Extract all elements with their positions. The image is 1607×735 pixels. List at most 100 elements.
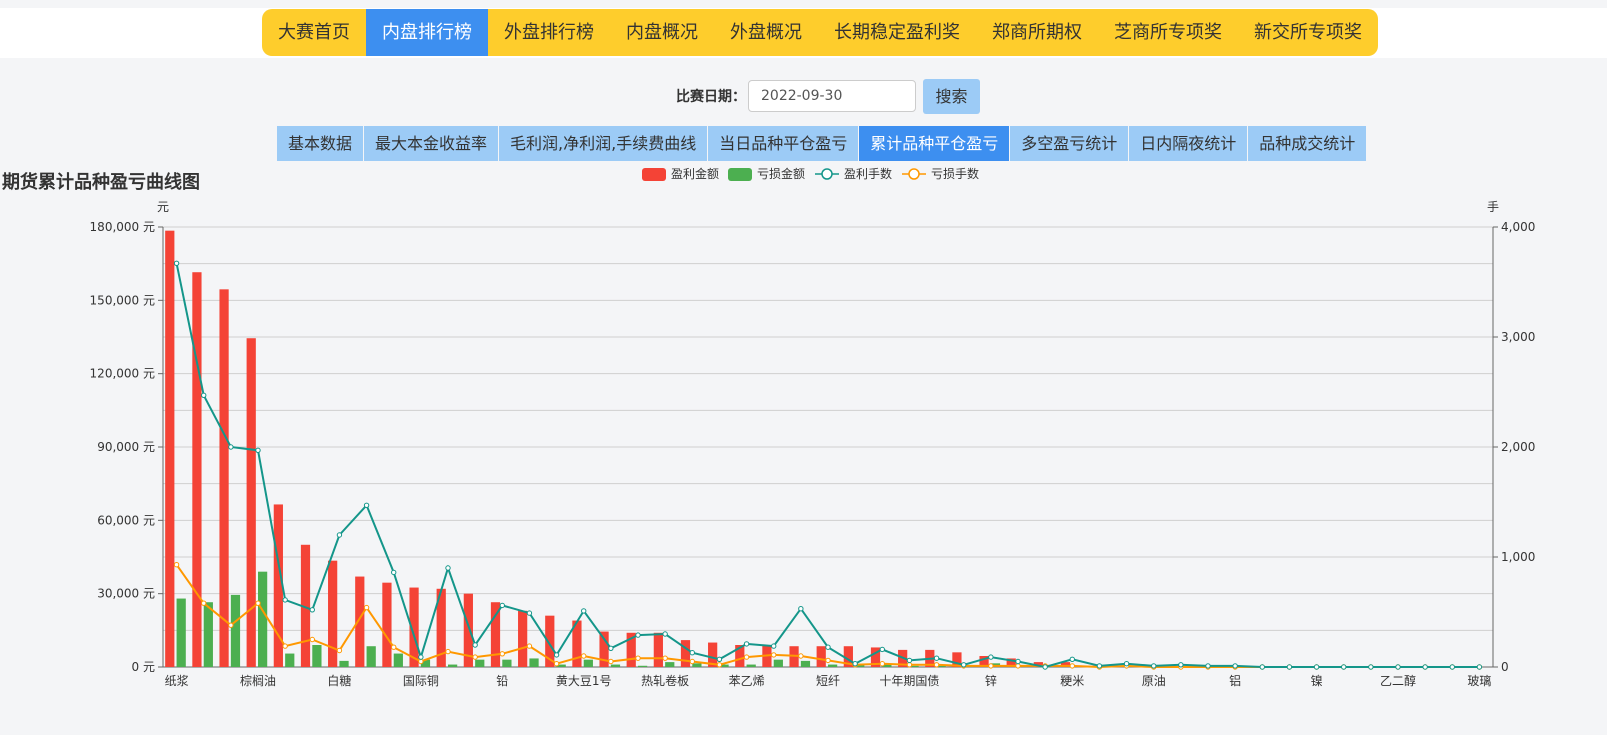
profit-lots-point [363, 502, 370, 508]
loss-lots-point [608, 658, 614, 665]
bar-profit [680, 640, 691, 667]
bar-loss [502, 659, 512, 667]
profit-lots-point [716, 656, 723, 662]
profit-lots-point [1069, 656, 1075, 662]
bar-loss [366, 646, 376, 667]
profit-lots-point [1368, 664, 1374, 670]
profit-lots-point [852, 661, 858, 667]
tab-5[interactable]: 多空盈亏统计 [1010, 126, 1130, 161]
profit-lots-point [173, 260, 180, 267]
loss-lots-point [255, 600, 261, 606]
x-tick-label: 白糖 [327, 673, 351, 688]
loss-lots-point [526, 643, 533, 649]
nav-item-4[interactable]: 外盘概况 [714, 9, 818, 56]
search-button[interactable]: 搜索 [923, 79, 980, 114]
profit-lots-point [879, 646, 885, 653]
x-tick-label: 国际铜 [403, 673, 439, 688]
x-tick-label: 十年期国债 [879, 674, 939, 688]
tab-4[interactable]: 累计品种平仓盈亏 [859, 126, 1011, 161]
profit-lots-point [1259, 664, 1265, 670]
y2-tick-label: 4,000 [1501, 220, 1535, 234]
profit-lots-point [798, 606, 804, 612]
profit-lots-point [1151, 663, 1157, 669]
profit-lots-point [635, 632, 641, 638]
y-tick-label: 0 元 [132, 660, 155, 674]
profit-lots-point [445, 565, 451, 571]
profit-lots-point [472, 642, 478, 648]
tab-2[interactable]: 毛利润,净利润,手续费曲线 [499, 126, 709, 161]
bar-loss [312, 645, 322, 667]
profit-lots-point [1313, 664, 1320, 670]
tab-7[interactable]: 品种成交统计 [1248, 126, 1368, 161]
loss-lots-point [933, 662, 940, 668]
loss-lots-point [798, 653, 804, 659]
nav-item-7[interactable]: 芝商所专项奖 [1098, 9, 1238, 56]
loss-lots-point [743, 654, 750, 660]
tab-3[interactable]: 当日品种平仓盈亏 [708, 126, 860, 161]
loss-lots-point [228, 622, 234, 628]
loss-lots-point [662, 655, 668, 661]
x-tick-label: 铅 [496, 674, 508, 688]
y2-tick-label: 0 [1501, 660, 1509, 674]
nav-item-5[interactable]: 长期稳定盈利奖 [818, 9, 976, 56]
profit-lots-point [255, 447, 261, 453]
profit-lots-point [1015, 658, 1021, 665]
profit-lots-point [418, 654, 424, 660]
y2-axis-unit: 手 [1487, 200, 1499, 214]
profit-lots-point [228, 444, 234, 450]
loss-lots-point [879, 661, 885, 667]
loss-lots-point [716, 662, 723, 668]
bar-loss [746, 664, 756, 667]
loss-lots-point [635, 655, 641, 661]
bar-loss [610, 664, 621, 667]
profit-lots-point [201, 392, 207, 399]
profit-lots-point [309, 607, 315, 613]
nav-item-2[interactable]: 外盘排行榜 [488, 9, 610, 56]
bar-loss [285, 653, 295, 667]
bar-loss [665, 662, 675, 667]
bar-loss [393, 653, 403, 667]
x-tick-label: 粳米 [1060, 674, 1084, 688]
profit-lots-point [1341, 664, 1347, 670]
profit-lots-point [553, 652, 560, 658]
profit-lots-point [1096, 663, 1103, 669]
tab-0[interactable]: 基本数据 [277, 126, 365, 161]
legend-swatch-dot [908, 168, 920, 180]
nav-item-0[interactable]: 大赛首页 [262, 9, 366, 56]
profit-lots-point [336, 532, 343, 538]
y-tick-label: 60,000 元 [97, 513, 155, 527]
y-tick-label: 30,000 元 [97, 587, 155, 601]
nav-item-8[interactable]: 新交所专项奖 [1238, 9, 1378, 56]
profit-lots-point [961, 662, 967, 668]
profit-lots-point [1476, 664, 1483, 670]
bar-loss [176, 598, 186, 667]
nav-item-6[interactable]: 郑商所期权 [976, 9, 1098, 56]
legend-label: 盈利手数 [844, 166, 892, 181]
loss-lots-point [771, 652, 777, 658]
profit-lots-point [526, 610, 533, 616]
x-tick-label: 乙二醇 [1380, 673, 1416, 688]
bar-loss [583, 659, 593, 667]
tab-1[interactable]: 最大本金收益率 [364, 126, 500, 161]
profit-lots-point [282, 597, 288, 603]
legend-label: 亏损手数 [931, 166, 979, 181]
tab-6[interactable]: 日内隔夜统计 [1129, 126, 1249, 161]
loss-lots-point [445, 648, 451, 655]
y2-tick-label: 1,000 [1501, 550, 1535, 564]
nav-item-3[interactable]: 内盘概况 [610, 9, 714, 56]
profit-lots-point [906, 657, 913, 664]
date-input[interactable] [748, 80, 916, 112]
profit-lots-point [743, 641, 750, 647]
profit-lots-point [581, 608, 587, 614]
x-tick-label: 热轧卷板 [641, 673, 689, 688]
loss-lots-point [825, 657, 831, 664]
legend-swatch [728, 168, 752, 181]
profit-lots-point [1042, 664, 1048, 670]
profit-lots-line [175, 263, 1480, 669]
loss-lots-point [173, 562, 180, 568]
legend-swatch-dot [821, 168, 833, 180]
nav-item-1[interactable]: 内盘排行榜 [366, 9, 488, 56]
loss-lots-point [499, 651, 505, 657]
legend-label: 亏损金额 [757, 166, 805, 181]
bar-profit [328, 560, 338, 667]
